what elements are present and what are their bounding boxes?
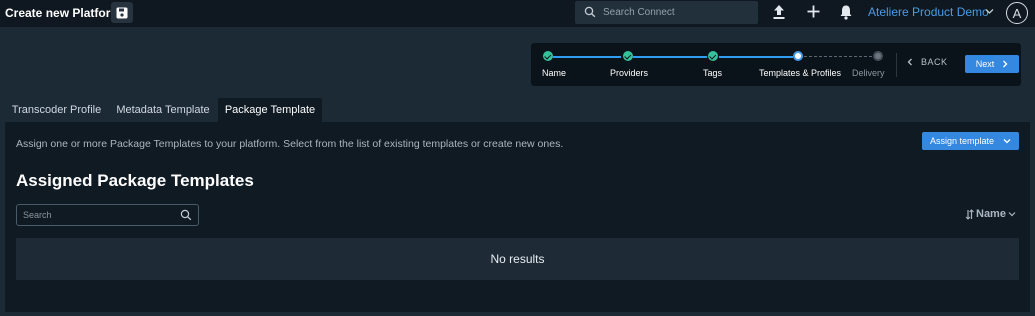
results-empty-state: No results — [16, 238, 1019, 280]
panel-description: Assign one or more Package Templates to … — [16, 138, 564, 150]
step-4-current — [793, 51, 803, 61]
template-search-input[interactable]: Search — [16, 204, 199, 226]
step-3-check — [708, 51, 718, 61]
save-icon — [116, 7, 128, 18]
empty-text: No results — [490, 252, 545, 266]
assign-template-button[interactable]: Assign template — [922, 132, 1019, 150]
chevron-down-icon[interactable] — [985, 8, 994, 15]
step-1-check — [543, 51, 553, 61]
tab-transcoder-profile[interactable]: Transcoder Profile — [5, 98, 108, 122]
tab-metadata-template[interactable]: Metadata Template — [108, 98, 218, 122]
step-connector — [719, 56, 793, 58]
save-button[interactable] — [111, 2, 133, 23]
sort-label: Name — [976, 208, 1006, 220]
global-search-input[interactable]: Search Connect — [575, 1, 758, 24]
step-connector — [553, 56, 621, 58]
step-label-templates-profiles[interactable]: Templates & Profiles — [759, 68, 841, 78]
chevron-right-icon — [1003, 60, 1008, 68]
stepper-panel: Name Providers Tags Templates & Profiles… — [531, 43, 1021, 86]
step-connector — [804, 56, 877, 57]
chevron-down-icon — [1008, 212, 1016, 217]
step-2-check — [623, 51, 633, 61]
back-button[interactable]: BACK — [907, 57, 948, 67]
search-placeholder: Search — [23, 210, 52, 220]
upload-icon[interactable] — [772, 4, 786, 20]
plus-icon[interactable] — [806, 4, 821, 19]
step-label-providers[interactable]: Providers — [610, 68, 648, 78]
chevron-down-icon — [1003, 139, 1011, 144]
sort-icon — [965, 208, 974, 220]
divider — [896, 53, 897, 77]
avatar[interactable]: A — [1006, 2, 1028, 24]
tab-package-template[interactable]: Package Template — [218, 98, 322, 122]
step-label-tags[interactable]: Tags — [703, 68, 722, 78]
page-title: Create new Platform — [5, 6, 122, 20]
search-placeholder: Search Connect — [603, 7, 675, 18]
next-label: Next — [975, 59, 995, 69]
section-title: Assigned Package Templates — [16, 171, 254, 190]
back-label: BACK — [921, 57, 948, 67]
next-button[interactable]: Next — [965, 55, 1019, 73]
chevron-left-icon — [907, 58, 912, 66]
assign-template-label: Assign template — [929, 136, 995, 146]
package-template-panel: Assign one or more Package Templates to … — [5, 122, 1030, 312]
top-bar: Create new Platform Search Connect Ateli… — [0, 0, 1035, 27]
search-icon — [584, 6, 596, 18]
step-connector — [633, 56, 707, 58]
step-label-name[interactable]: Name — [542, 68, 566, 78]
search-icon — [180, 209, 192, 221]
user-account-menu[interactable]: Ateliere Product Demo — [868, 5, 989, 19]
step-5-pending — [873, 51, 883, 61]
bell-icon[interactable] — [839, 4, 853, 20]
sort-dropdown[interactable]: Name — [965, 208, 1016, 220]
step-label-delivery: Delivery — [852, 68, 885, 78]
